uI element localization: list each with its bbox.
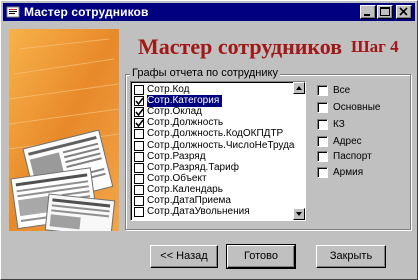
close-icon	[399, 7, 408, 16]
scroll-down-button[interactable]	[293, 208, 305, 220]
option-checkbox[interactable]	[317, 136, 328, 147]
fields-listbox[interactable]: Сотр.Код Сотр.Категория Сотр.Оклад Сотр.Дол…	[130, 81, 306, 221]
field-checkbox[interactable]	[134, 107, 144, 118]
field-checkbox[interactable]	[134, 85, 144, 95]
list-scrollbar[interactable]	[293, 82, 305, 220]
field-checkbox[interactable]	[134, 196, 144, 206]
arrow-down-icon	[296, 212, 302, 216]
wizard-window: Мастер сотрудников Мастер сотрудников Ша…	[0, 0, 418, 280]
option-checkbox[interactable]	[317, 102, 328, 113]
option-label: Паспорт	[333, 151, 372, 162]
report-fields-legend: Графы отчета по сотруднику	[130, 67, 280, 79]
option-label: КЗ	[333, 119, 345, 130]
option-label: Армия	[333, 167, 364, 178]
field-checkbox[interactable]	[134, 118, 144, 129]
option-label: Основные	[333, 102, 381, 113]
wizard-title: Мастер сотрудников	[138, 34, 343, 59]
option-checkbox[interactable]	[317, 119, 328, 130]
option-checkbox[interactable]	[317, 85, 328, 96]
option-label: Адрес	[333, 136, 362, 147]
field-checkbox[interactable]	[134, 96, 144, 107]
field-checkbox[interactable]	[134, 173, 144, 184]
field-checkbox[interactable]	[134, 207, 144, 218]
step-indicator: Шаг 4	[351, 37, 399, 56]
window-title: Мастер сотрудников	[24, 5, 149, 19]
field-checkbox[interactable]	[134, 184, 144, 195]
checkmark-icon	[135, 119, 144, 128]
arrow-up-icon	[296, 86, 302, 90]
field-checkbox[interactable]	[134, 129, 144, 140]
back-button[interactable]: << Назад	[150, 245, 218, 268]
field-checkbox[interactable]	[134, 151, 144, 162]
minimize-icon	[364, 14, 370, 16]
scroll-up-button[interactable]	[293, 82, 305, 94]
list-item[interactable]: Сотр.ДатаУвольнения	[133, 206, 291, 218]
close-window-button[interactable]	[396, 5, 412, 19]
maximize-button[interactable]	[377, 5, 393, 19]
checkmark-icon	[135, 97, 144, 106]
close-button[interactable]: Закрыть	[316, 245, 386, 268]
title-bar[interactable]: Мастер сотрудников	[3, 3, 415, 21]
checkmark-icon	[135, 108, 144, 117]
wizard-illustration	[9, 29, 119, 231]
field-checkbox[interactable]	[134, 162, 144, 173]
done-button[interactable]: Готово	[226, 244, 296, 269]
app-icon	[6, 6, 20, 18]
field-checkbox[interactable]	[134, 140, 144, 151]
option-label: Все	[333, 85, 351, 96]
maximize-icon	[380, 7, 390, 16]
option-checkbox[interactable]	[317, 151, 328, 162]
minimize-button[interactable]	[360, 5, 376, 19]
list-item-label: Сотр.ДатаУвольнения	[147, 206, 250, 218]
option-checkbox[interactable]	[317, 167, 328, 178]
